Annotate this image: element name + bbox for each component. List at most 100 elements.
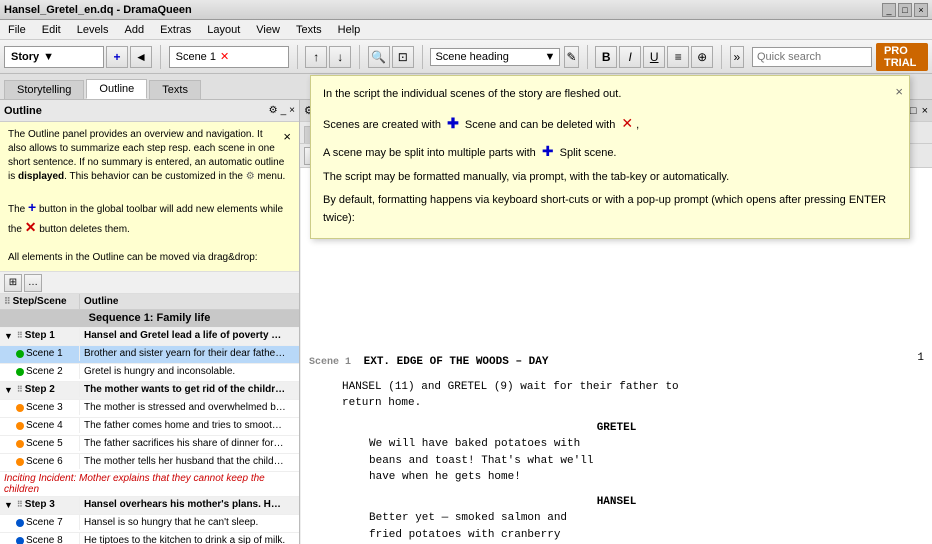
- step-1-label: ▼ ⠿ Step 1: [0, 328, 80, 343]
- status-dot-7: [16, 519, 24, 527]
- inciting-label-1: Inciting Incident: Mother explains that …: [4, 473, 295, 495]
- status-dot-6: [16, 458, 24, 466]
- menu-layout[interactable]: Layout: [203, 23, 244, 37]
- drag-handle-icon3: ⠿: [17, 500, 23, 509]
- scene-header-row: Scene 1 EXT. EDGE OF THE WOODS – DAY 1: [309, 350, 924, 375]
- format-dropdown[interactable]: Scene heading ▼: [430, 48, 560, 66]
- panel-minimize-icon[interactable]: _: [281, 105, 287, 116]
- step-3-label: ▼ ⠿ Step 3: [0, 497, 80, 512]
- tab-outline[interactable]: Outline: [86, 79, 147, 99]
- window-title: Hansel_Gretel_en.dq - DramaQueen: [4, 4, 192, 16]
- plus-icon: +: [28, 199, 36, 215]
- menu-file[interactable]: File: [4, 23, 30, 37]
- outline-col-headers: ⠿ Step/Scene Outline: [0, 294, 299, 310]
- italic-button[interactable]: I: [619, 46, 641, 68]
- dialogue-hansel-1: Better yet — smoked salmon and fried pot…: [369, 510, 864, 544]
- step-row-1[interactable]: ▼ ⠿ Step 1 Hansel and Gretel lead a life…: [0, 328, 299, 346]
- maximize-button[interactable]: □: [898, 3, 912, 17]
- status-dot-5: [16, 440, 24, 448]
- drag-handle-icon: ⠿: [17, 331, 23, 340]
- scene-1-outline: Brother and sister yearn for their dear …: [80, 346, 290, 361]
- underline-button[interactable]: U: [643, 46, 665, 68]
- zoom-fit-button[interactable]: ⊡: [392, 46, 414, 68]
- outline-table[interactable]: Sequence 1: Family life ▼ ⠿ Step 1 Hanse…: [0, 310, 299, 544]
- scene-row-1[interactable]: Scene 1 Brother and sister yearn for the…: [0, 346, 299, 364]
- scene-7-label: Scene 7: [0, 515, 80, 530]
- panel-settings-icon[interactable]: ⚙: [269, 105, 278, 116]
- step-row-2[interactable]: ▼ ⠿ Step 2 The mother wants to get rid o…: [0, 382, 299, 400]
- outline-btn2[interactable]: …: [24, 274, 42, 292]
- bold-button[interactable]: B: [595, 46, 617, 68]
- close-button[interactable]: ×: [914, 3, 928, 17]
- col-header-step: ⠿ Step/Scene: [0, 294, 80, 309]
- info-text3: All elements in the Outline can be moved…: [8, 252, 258, 263]
- scene-row-4[interactable]: Scene 4 The father comes home and tries …: [0, 418, 299, 436]
- scene-row-5[interactable]: Scene 5 The father sacrifices his share …: [0, 436, 299, 454]
- pro-trial-badge: PRO TRIAL: [876, 43, 928, 71]
- chevron-down-icon2: ▼: [545, 51, 556, 63]
- scene-header-text: Scene 1 EXT. EDGE OF THE WOODS – DAY: [309, 354, 548, 371]
- tab-texts[interactable]: Texts: [149, 80, 201, 99]
- menu-edit[interactable]: Edit: [38, 23, 65, 37]
- menu-help[interactable]: Help: [334, 23, 365, 37]
- menu-texts[interactable]: Texts: [292, 23, 326, 37]
- status-dot-green: [16, 350, 24, 358]
- scene-row-6[interactable]: Scene 6 The mother tells her husband tha…: [0, 454, 299, 472]
- step-row-3[interactable]: ▼ ⠿ Step 3 Hansel overhears his mother's…: [0, 497, 299, 515]
- more-button[interactable]: »: [730, 46, 744, 68]
- scene-row-7[interactable]: Scene 7 Hansel is so hungry that he can'…: [0, 515, 299, 533]
- nav-up-button[interactable]: ↑: [305, 46, 327, 68]
- scene-5-outline: The father sacrifices his share of dinne…: [80, 436, 290, 451]
- outline-btn1[interactable]: ⊞: [4, 274, 22, 292]
- format-apply-button[interactable]: ✎: [564, 46, 578, 68]
- scene-row-8[interactable]: Scene 8 He tiptoes to the kitchen to dri…: [0, 533, 299, 544]
- separator6: [721, 45, 722, 69]
- scene-1-label: Scene 1: [0, 346, 80, 361]
- menu-extras[interactable]: Extras: [156, 23, 195, 37]
- scene-row-2[interactable]: Scene 2 Gretel is hungry and inconsolabl…: [0, 364, 299, 382]
- maximize-right-icon[interactable]: □: [910, 105, 917, 117]
- settings-icon: ⚙: [246, 171, 255, 182]
- content-area: Outline ⚙ _ × × The Outline panel provid…: [0, 100, 932, 544]
- character-hansel-1: HANSEL: [309, 494, 924, 511]
- nav-buttons: ↑ ↓: [305, 46, 351, 68]
- titlebar: Hansel_Gretel_en.dq - DramaQueen _ □ ×: [0, 0, 932, 20]
- zoom-button[interactable]: 🔍: [368, 46, 390, 68]
- scene-section: Scene 1 ✕: [169, 46, 289, 68]
- character-gretel-1: GRETEL: [309, 420, 924, 437]
- scene-row-3[interactable]: Scene 3 The mother is stressed and overw…: [0, 400, 299, 418]
- separator2: [297, 45, 298, 69]
- scene-num-left: Scene 1: [309, 357, 351, 368]
- tab-storytelling[interactable]: Storytelling: [4, 80, 84, 99]
- scene-dropdown[interactable]: Scene 1 ✕: [169, 46, 289, 68]
- chevron-down-icon: ▼: [43, 51, 54, 63]
- minimize-button[interactable]: _: [882, 3, 896, 17]
- status-dot-3: [16, 404, 24, 412]
- close-info-button[interactable]: ×: [283, 128, 291, 146]
- arrow-left-button[interactable]: ◄: [130, 46, 152, 68]
- menu-add[interactable]: Add: [121, 23, 149, 37]
- status-dot-2: [16, 368, 24, 376]
- step-2-outline: The mother wants to get rid of the child…: [80, 382, 290, 397]
- text-format-buttons: B I U ≡ ⊕: [595, 46, 713, 68]
- search-input[interactable]: [752, 47, 872, 67]
- add-story-button[interactable]: +: [106, 46, 128, 68]
- nav-down-button[interactable]: ↓: [329, 46, 351, 68]
- menu-levels[interactable]: Levels: [73, 23, 113, 37]
- zoom-section: 🔍 ⊡: [368, 46, 414, 68]
- sequence-header-1[interactable]: Sequence 1: Family life: [0, 310, 299, 328]
- more-format-button[interactable]: ≡: [667, 46, 689, 68]
- x-icon: ✕: [25, 219, 37, 235]
- story-dropdown[interactable]: Story ▼: [4, 46, 104, 68]
- close-right-icon[interactable]: ×: [922, 105, 928, 117]
- menu-view[interactable]: View: [252, 23, 284, 37]
- scene-6-label: Scene 6: [0, 454, 80, 469]
- info-popup: × In the script the individual scenes of…: [310, 168, 910, 239]
- scene-close-icon: ✕: [220, 50, 229, 63]
- chevron-icon3: ▼: [4, 500, 13, 510]
- right-panel: ⚙ Annotations | Ideas | Storylines | Cha…: [300, 100, 932, 544]
- popup-text5: By default, formatting happens via keybo…: [323, 192, 897, 227]
- extra-format-button[interactable]: ⊕: [691, 46, 713, 68]
- panel-close-icon[interactable]: ×: [289, 105, 295, 116]
- left-panel-header: Outline ⚙ _ ×: [0, 100, 299, 122]
